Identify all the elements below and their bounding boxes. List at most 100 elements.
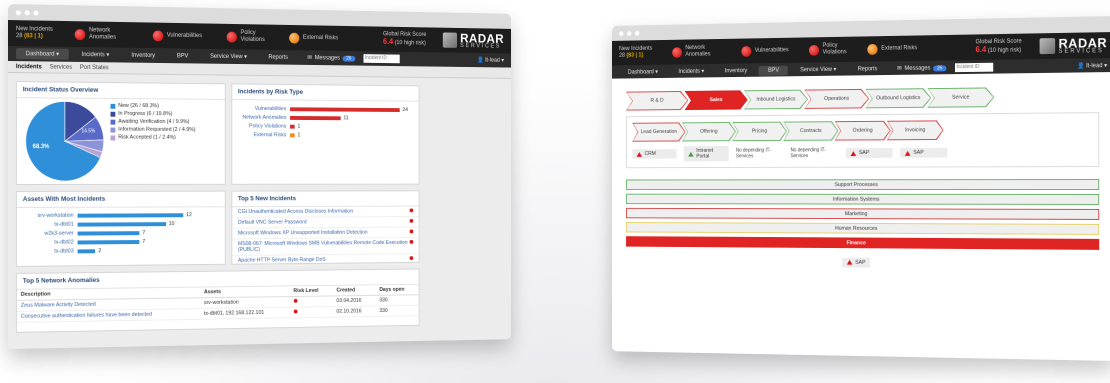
process-label: Operations: [805, 90, 868, 108]
bar-label: srv-workstation: [21, 213, 78, 219]
bar-row[interactable]: w2k3-server 7: [21, 230, 221, 237]
nav-dashboard[interactable]: Dashboard ▾: [16, 48, 69, 60]
nav-reports[interactable]: Reports: [848, 64, 886, 74]
status-policy-violations[interactable]: Policy Violations: [226, 30, 268, 44]
status-external-risks[interactable]: External Risks: [289, 32, 338, 43]
nav-bpv[interactable]: BPV: [167, 51, 197, 61]
nav-incidents[interactable]: Incidents ▾: [72, 49, 119, 61]
window-dot[interactable]: [16, 10, 21, 15]
incident-link[interactable]: MS08-067: Microsoft Windows SMB Vulnerab…: [232, 238, 418, 256]
bar-tx-dbt01: [78, 222, 166, 226]
process-invoicing[interactable]: Invoicing: [887, 120, 944, 140]
nav-bpv[interactable]: BPV: [759, 65, 788, 75]
support-band-support-processes[interactable]: Support Processes: [626, 179, 1099, 190]
system-label: No depending IT- Services: [791, 147, 826, 159]
subnav-port-states[interactable]: Port States: [80, 64, 109, 70]
nav-service-view[interactable]: Service View ▾: [201, 51, 257, 62]
bar-row[interactable]: srv-workstation 12: [21, 212, 221, 219]
subnav-incidents[interactable]: Incidents: [16, 64, 42, 70]
status-external-risks[interactable]: External Risks: [867, 43, 917, 55]
window-dot[interactable]: [619, 31, 623, 36]
legend-item[interactable]: In Progress (6 / 19.8%): [111, 111, 196, 118]
legend-item[interactable]: New (26 / 68.3%): [111, 103, 196, 110]
bar-row[interactable]: tx-dbt01 10: [21, 221, 221, 228]
column-header[interactable]: Days open: [376, 285, 419, 296]
incident-status-panel: Incident Status Overview 68.3% 14.5% New…: [16, 81, 226, 185]
envelope-icon: ✉: [307, 54, 312, 61]
window-dot[interactable]: [34, 10, 39, 15]
anomaly-days-open: 330: [376, 295, 419, 306]
global-risk-score[interactable]: Global Risk Score 6.4 (10 high risk): [976, 39, 1022, 56]
user-icon: 👤: [477, 58, 484, 64]
nav-inventory[interactable]: Inventory: [716, 66, 756, 76]
process-r-d[interactable]: R & D: [626, 91, 688, 111]
process-lead-generation[interactable]: Lead Generation: [632, 122, 685, 141]
nav-incidents[interactable]: Incidents ▾: [670, 66, 714, 77]
legend-swatch: [111, 135, 116, 140]
legend-item[interactable]: Information Requested (2 / 4.9%): [111, 127, 196, 133]
nav-inventory[interactable]: Inventory: [122, 50, 165, 60]
value-chain-view: R & D Sales Inbound Logistics Operations Out…: [612, 72, 1110, 361]
user-menu[interactable]: 👤 It-lead ▾: [477, 57, 504, 64]
bar-value: 7: [142, 230, 145, 236]
pie-label-small: 14.5%: [81, 128, 95, 134]
process-sales[interactable]: Sales: [685, 90, 748, 110]
bar-row[interactable]: tx-dbt03 2: [21, 247, 221, 255]
anomaly-description[interactable]: Consecutive authentication failures have…: [17, 309, 200, 323]
support-band-finance[interactable]: Finance: [626, 236, 1099, 250]
legend-swatch: [111, 103, 116, 108]
status-network-anomalies[interactable]: Network Anomalies: [74, 27, 127, 42]
bar-row[interactable]: Vulnerabilities 24: [236, 106, 415, 113]
bar-network-anomalies: [290, 116, 341, 120]
support-band-human-resources[interactable]: Human Resources: [626, 222, 1099, 235]
nav-service-view[interactable]: Service View ▾: [791, 64, 846, 75]
user-menu[interactable]: 👤 It-lead ▾: [1077, 62, 1107, 69]
system-tag[interactable]: SAP: [900, 148, 947, 158]
status-vulnerabilities[interactable]: Vulnerabilities: [152, 30, 202, 42]
legend-item[interactable]: Risk Accepted (1 / 2.4%): [111, 134, 196, 140]
process-outbound-logistics[interactable]: Outbound Logistics: [865, 88, 931, 108]
system-tag[interactable]: SAP: [846, 148, 893, 158]
status-policy-violations[interactable]: Policy Violations: [809, 43, 851, 57]
window-dot[interactable]: [635, 30, 639, 35]
nav-reports[interactable]: Reports: [259, 52, 297, 62]
bar-label: Vulnerabilities: [236, 106, 290, 112]
process-contracts[interactable]: Contracts: [783, 121, 838, 141]
process-ordering[interactable]: Ordering: [835, 121, 891, 141]
incident-search-input[interactable]: Incident ID: [955, 63, 993, 72]
nav-dashboard[interactable]: Dashboard ▾: [619, 67, 667, 78]
process-operations[interactable]: Operations: [804, 89, 869, 109]
window-dot[interactable]: [627, 31, 631, 36]
system-tag[interactable]: CRM: [632, 149, 676, 159]
status-network-anomalies[interactable]: Network Anomalies: [672, 45, 721, 59]
support-band-information-systems[interactable]: Information Systems: [626, 194, 1099, 205]
status-vulnerabilities[interactable]: Vulnerabilities: [741, 45, 788, 56]
new-incidents-counter[interactable]: New Incidents 28 (83 | 1): [16, 26, 53, 41]
bar-row[interactable]: Network Anomalies 11: [236, 115, 415, 122]
process-offering[interactable]: Offering: [682, 122, 736, 141]
incident-title: Microsoft Windows XP Unsupported Install…: [238, 230, 368, 237]
process-pricing[interactable]: Pricing: [732, 122, 787, 142]
anomaly-assets: tx-dbt01, 192.168.122.101: [200, 307, 290, 319]
support-band-marketing[interactable]: Marketing: [626, 208, 1099, 220]
bar-tx-dbt02: [78, 240, 140, 244]
new-incidents-counter[interactable]: New Incidents 28 (83 | 1): [619, 46, 652, 60]
process-service[interactable]: Service: [927, 87, 994, 107]
window-dot[interactable]: [25, 10, 30, 15]
bar-row[interactable]: tx-dbt02 7: [21, 238, 221, 245]
finance-system-tag[interactable]: SAP: [842, 257, 870, 267]
logo-mark-icon: [1039, 38, 1055, 54]
legend-item[interactable]: Awaiting Verification (4 / 9.9%): [111, 119, 196, 125]
process-inbound-logistics[interactable]: Inbound Logistics: [744, 90, 808, 110]
messages-button[interactable]: ✉ Messages 26: [307, 54, 355, 61]
incident-link[interactable]: Apache HTTP Server Byte Range DoS: [232, 254, 418, 266]
incident-search-input[interactable]: Incident ID: [363, 54, 399, 63]
messages-button[interactable]: ✉ Messages 26: [897, 64, 946, 72]
subnav-services[interactable]: Services: [50, 64, 72, 70]
system-tag[interactable]: Intranet Portal: [684, 146, 729, 161]
column-header[interactable]: Risk Level: [290, 286, 333, 297]
column-header[interactable]: Created: [333, 285, 376, 296]
global-risk-score[interactable]: Global Risk Score 6.4 (10 high risk): [383, 31, 426, 47]
bar-row[interactable]: External Risks 1: [236, 132, 415, 139]
bar-row[interactable]: Policy Violations 1: [236, 123, 415, 130]
